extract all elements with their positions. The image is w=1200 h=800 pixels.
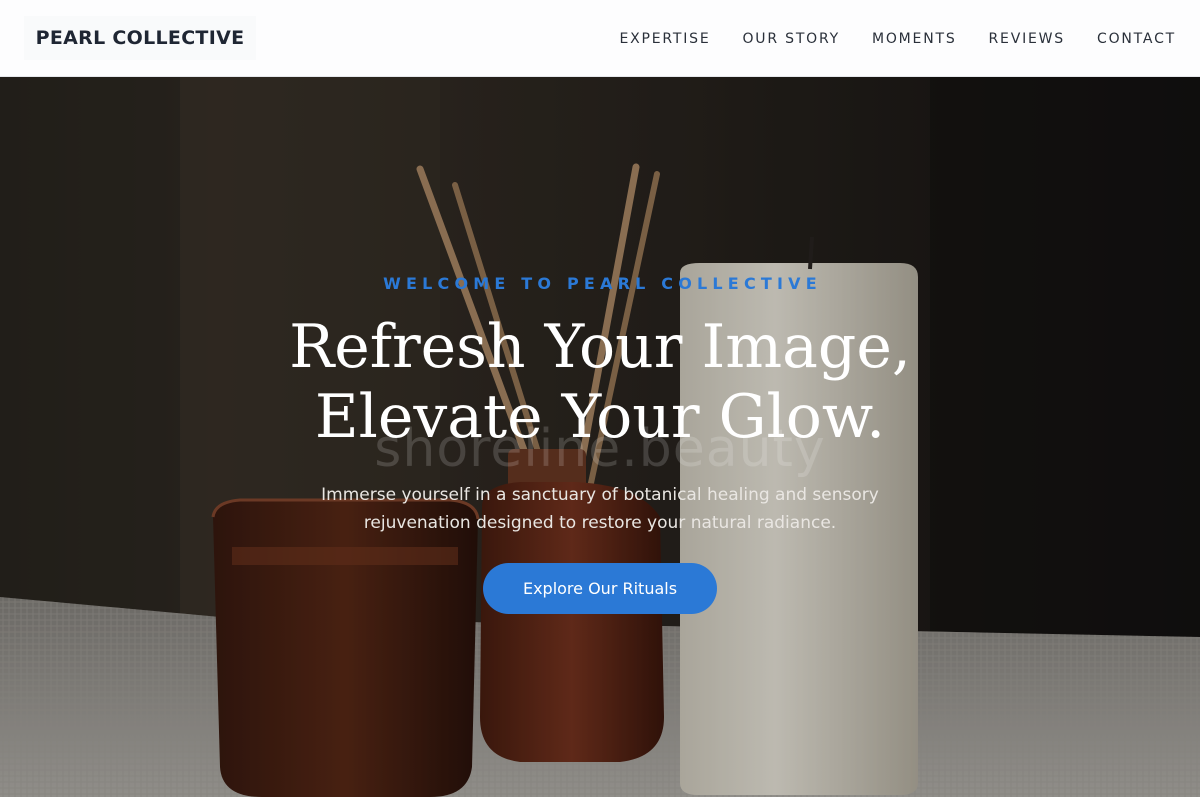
explore-rituals-button[interactable]: Explore Our Rituals: [483, 563, 717, 614]
hero-subtext-line-1: Immerse yourself in a sanctuary of botan…: [321, 485, 879, 505]
nav-link-moments[interactable]: MOMENTS: [872, 31, 957, 47]
nav-link-reviews[interactable]: REVIEWS: [989, 31, 1065, 47]
hero-eyebrow: WELCOME TO PEARL COLLECTIVE: [383, 274, 822, 293]
site-header: PEARL COLLECTIVE EXPERTISE OUR STORY MOM…: [0, 0, 1200, 77]
main-nav: EXPERTISE OUR STORY MOMENTS REVIEWS CONT…: [587, 0, 1176, 77]
hero-section: shoreline.beauty WELCOME TO PEARL COLLEC…: [0, 77, 1200, 797]
hero-headline-line-2: Elevate Your Glow.: [314, 382, 886, 452]
nav-link-our-story[interactable]: OUR STORY: [742, 31, 840, 47]
hero-headline: Refresh Your Image, Elevate Your Glow.: [0, 312, 1200, 452]
nav-link-contact[interactable]: CONTACT: [1097, 31, 1176, 47]
hero-headline-line-1: Refresh Your Image,: [289, 312, 911, 382]
hero-subtext: Immerse yourself in a sanctuary of botan…: [300, 481, 900, 537]
hero-subtext-line-2: rejuvenation designed to restore your na…: [363, 513, 837, 533]
brand-logo[interactable]: PEARL COLLECTIVE: [24, 16, 256, 60]
nav-link-expertise[interactable]: EXPERTISE: [619, 31, 710, 47]
